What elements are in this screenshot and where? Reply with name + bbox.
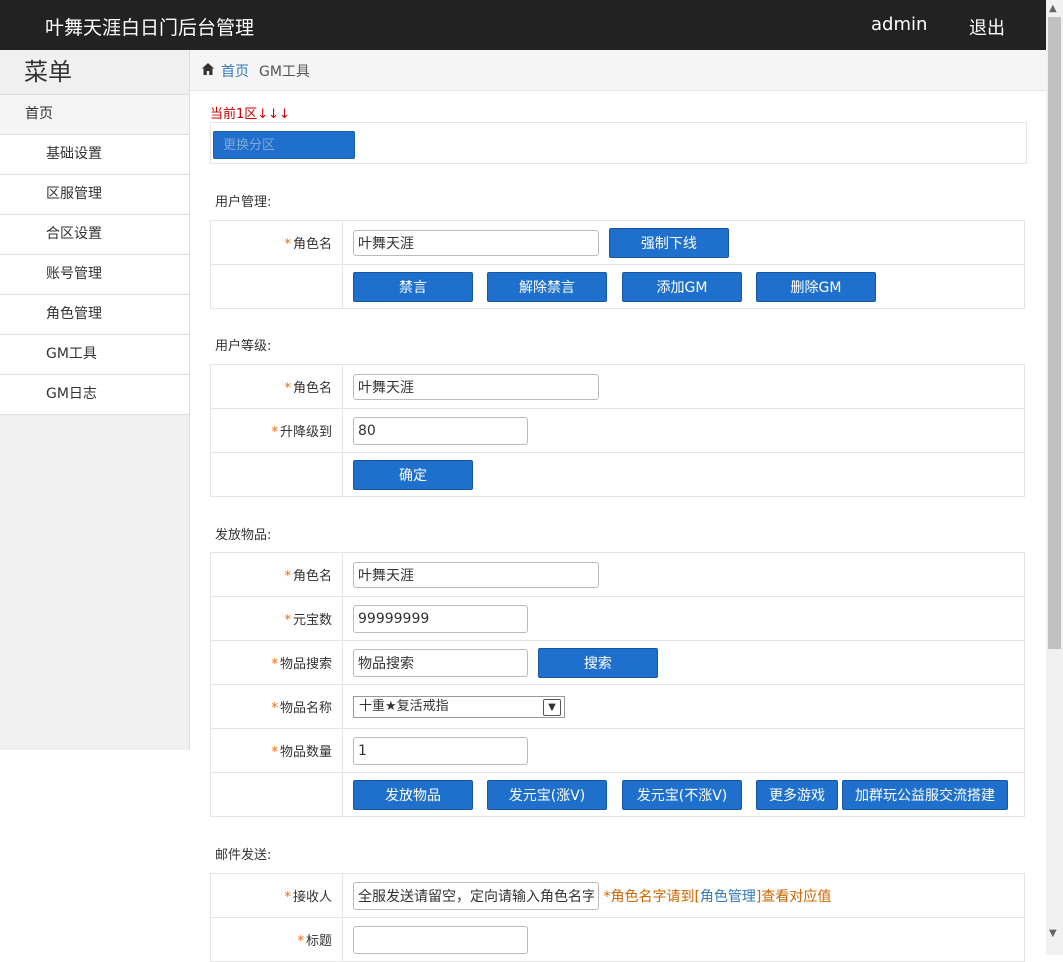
sidebar-item-gm-log[interactable]: GM日志: [0, 375, 189, 415]
breadcrumb-current: GM工具: [259, 64, 310, 80]
user-management-table: *角色名 强制下线 禁言解除禁言添加GM 删除GM: [210, 220, 1025, 309]
required-mark: *: [284, 237, 291, 252]
page-scrollbar[interactable]: ▲ ▼: [1046, 0, 1063, 955]
gold-amount-label: * 元宝数: [210, 596, 343, 641]
item-role-name-input[interactable]: [353, 561, 599, 588]
sidebar-item-gm-tools[interactable]: GM工具: [0, 335, 189, 375]
required-mark: *: [284, 613, 291, 628]
user-management-title: 用户管理:: [215, 195, 272, 210]
sidebar-item-role-management[interactable]: 角色管理: [0, 295, 189, 335]
level-to-label: * 升降级到: [210, 408, 343, 453]
more-games-button[interactable]: 更多游戏: [756, 779, 838, 810]
required-mark: *: [271, 745, 278, 760]
item-search-label: * 物品搜索: [210, 640, 343, 685]
recipient-label: * 接收人: [210, 873, 343, 918]
send-gold-no-vip-button[interactable]: 发元宝(不涨V): [622, 779, 742, 810]
unmute-button[interactable]: 解除禁言: [487, 271, 607, 302]
gold-amount-input[interactable]: [353, 604, 528, 633]
role-name-label: * 角色名: [210, 364, 343, 409]
app-title: 叶舞天涯白日门后台管理: [45, 17, 255, 39]
item-search-input[interactable]: [353, 648, 528, 677]
send-gold-vip-button[interactable]: 发元宝(涨V): [487, 779, 607, 810]
mute-button[interactable]: 禁言: [353, 271, 473, 302]
username-label[interactable]: admin: [871, 14, 927, 35]
subject-input[interactable]: [353, 925, 528, 954]
required-mark: *: [271, 701, 278, 716]
role-management-link[interactable]: 角色管理: [700, 889, 756, 905]
add-gm-button[interactable]: 添加GM: [622, 271, 742, 302]
send-items-button[interactable]: 发放物品: [353, 779, 473, 810]
send-items-title: 发放物品:: [215, 528, 272, 543]
current-zone-note: 当前1区↓↓↓: [210, 107, 290, 122]
confirm-level-button[interactable]: 确定: [353, 459, 473, 490]
user-level-table: *角色名 *升降级到 确定: [210, 364, 1025, 497]
top-navbar: 叶舞天涯白日门后台管理 admin 退出: [0, 0, 1046, 50]
sidebar-item-account-management[interactable]: 账号管理: [0, 255, 189, 295]
level-role-name-input[interactable]: [353, 373, 599, 400]
level-input[interactable]: [353, 416, 528, 445]
item-name-select[interactable]: 十重★复活戒指 ▼: [353, 695, 565, 718]
required-mark: *: [271, 425, 278, 440]
item-quantity-input[interactable]: [353, 736, 528, 765]
breadcrumb-home-link[interactable]: 首页: [221, 61, 249, 81]
recipient-input[interactable]: [353, 881, 599, 910]
scroll-down-icon[interactable]: ▼: [1049, 928, 1057, 939]
sidebar-item-basic-settings[interactable]: 基础设置: [0, 135, 189, 175]
logout-link[interactable]: 退出: [969, 14, 1005, 40]
mail-send-title: 邮件发送:: [215, 848, 272, 863]
zone-box: 更换分区: [210, 122, 1027, 164]
required-mark: *: [284, 569, 291, 584]
sidebar-item-merge-settings[interactable]: 合区设置: [0, 215, 189, 255]
item-search-button[interactable]: 搜索: [537, 647, 658, 678]
menu-title: 菜单: [0, 50, 189, 95]
item-name-label: * 物品名称: [210, 684, 343, 729]
chevron-down-icon: ▼: [543, 698, 561, 716]
scroll-up-icon[interactable]: ▲: [1049, 3, 1057, 14]
sidebar-item-home[interactable]: 首页: [0, 95, 189, 135]
required-mark: *: [284, 381, 291, 396]
role-name-label: * 角色名: [210, 220, 343, 265]
sidebar: 菜单 首页 基础设置 区服管理 合区设置 账号管理 角色管理 GM工具 GM日志: [0, 50, 190, 750]
home-icon: [202, 63, 214, 75]
scrollbar-thumb[interactable]: [1048, 17, 1061, 649]
item-quantity-label: * 物品数量: [210, 728, 343, 773]
required-mark: *: [297, 934, 304, 949]
join-group-button[interactable]: 加群玩公益服交流搭建: [842, 779, 1008, 810]
role-name-input[interactable]: [353, 229, 599, 256]
change-zone-button[interactable]: 更换分区: [213, 131, 355, 159]
send-items-table: *角色名 *元宝数 *物品搜索 搜索 *物品名称 十重★复活戒指 ▼ *物品数量…: [210, 552, 1025, 817]
required-mark: *: [271, 657, 278, 672]
user-level-title: 用户等级:: [215, 339, 272, 354]
sidebar-item-server-management[interactable]: 区服管理: [0, 175, 189, 215]
delete-gm-button[interactable]: 删除GM: [756, 271, 876, 302]
recipient-hint: *角色名字请到[角色管理]查看对应值: [603, 888, 832, 905]
mail-send-table: *接收人 *角色名字请到[角色管理]查看对应值 *标题: [210, 873, 1025, 962]
breadcrumb: 首页 GM工具: [190, 50, 1046, 91]
force-offline-button[interactable]: 强制下线: [608, 227, 729, 258]
required-mark: *: [284, 890, 291, 905]
item-name-selected: 十重★复活戒指: [359, 698, 449, 714]
role-name-label: * 角色名: [210, 552, 343, 597]
